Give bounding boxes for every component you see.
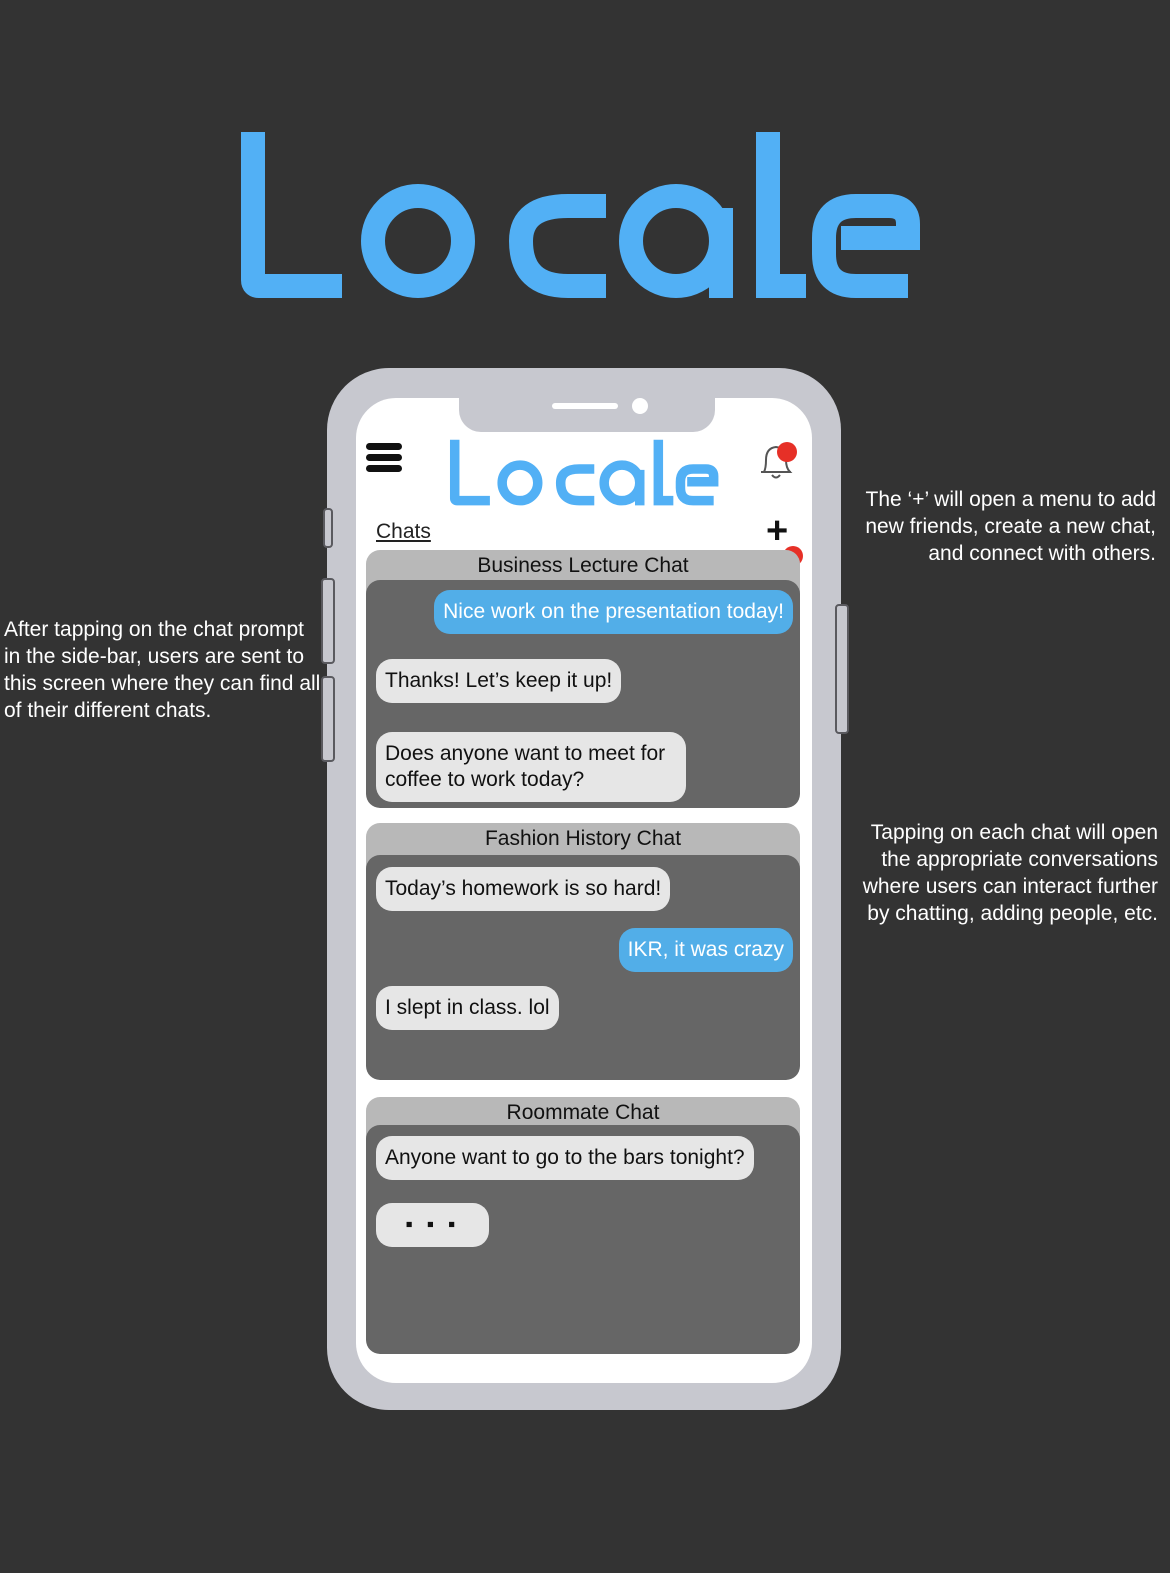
message-bubble: Anyone want to go to the bars tonight? (376, 1136, 754, 1180)
notification-badge (777, 442, 797, 462)
add-chat-button[interactable]: + (766, 512, 788, 550)
chat-preview: Today’s homework is so hard! IKR, it was… (366, 855, 800, 1080)
chats-heading: Chats (376, 520, 431, 543)
front-camera (632, 398, 648, 414)
locale-header-logo (449, 439, 719, 506)
hamburger-menu-icon[interactable] (366, 443, 402, 475)
annotation-right-top: The ‘+’ will open a menu to add new frie… (865, 488, 1156, 565)
chat-title: Roommate Chat (506, 1101, 660, 1124)
annotation-left: After tapping on the chat prompt in the … (4, 618, 321, 722)
message-bubble: I slept in class. lol (376, 986, 559, 1030)
chat-card-fashion-history[interactable]: Fashion History Chat Today’s homework is… (366, 823, 800, 1080)
chat-preview: Anyone want to go to the bars tonight? ▪… (366, 1125, 800, 1354)
volume-up-button (321, 578, 335, 664)
typing-indicator: ▪ ▪ ▪ (376, 1203, 489, 1247)
volume-down-button (321, 676, 335, 762)
phone-screen: Chats + Business Lecture Chat Nice work … (356, 398, 812, 1383)
chat-title: Business Lecture Chat (477, 554, 689, 577)
message-bubble: Thanks! Let’s keep it up! (376, 659, 622, 703)
chat-title: Fashion History Chat (484, 827, 682, 850)
message-bubble: Today’s homework is so hard! (376, 867, 671, 911)
chat-card-business-lecture[interactable]: Business Lecture Chat Nice work on the p… (366, 550, 800, 808)
speaker-grille (552, 403, 618, 409)
message-bubble: Nice work on the presentation today! (434, 590, 793, 634)
locale-logo (241, 132, 920, 298)
annotation-right-bottom: Tapping on each chat will open the appro… (862, 821, 1158, 925)
chat-preview: Nice work on the presentation today! Tha… (366, 580, 800, 808)
power-button (835, 604, 849, 734)
phone-notch (459, 398, 715, 432)
silent-switch (323, 508, 333, 548)
chat-card-roommate[interactable]: Roommate Chat Anyone want to go to the b… (366, 1097, 800, 1354)
message-bubble: Does anyone want to meet for coffee to w… (376, 732, 686, 802)
message-bubble: IKR, it was crazy (618, 928, 793, 972)
